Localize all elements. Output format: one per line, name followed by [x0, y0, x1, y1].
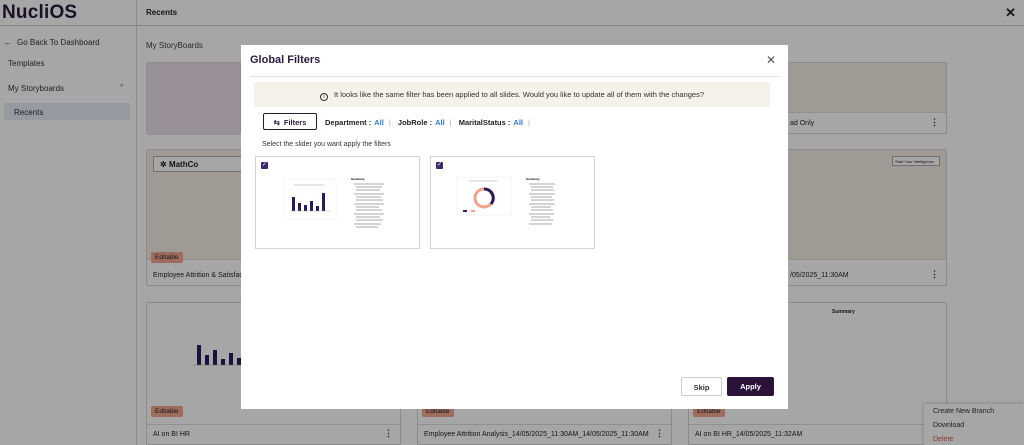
donut-chart-thumbnail: Summary: [456, 176, 555, 225]
apply-button[interactable]: Apply: [727, 377, 774, 396]
info-icon: i: [319, 93, 328, 101]
filters-button-label: Filters: [283, 118, 307, 127]
slide-preview: Summary: [262, 171, 414, 241]
slide-summary-label: Summary: [526, 177, 540, 181]
slide-preview: Summary: [437, 171, 589, 241]
divider: [250, 76, 779, 77]
filter-label-department: Department :: [325, 118, 372, 127]
global-filters-dialog: Global Filters ✕ i It looks like the same…: [241, 45, 788, 409]
slide-checkbox[interactable]: ✓: [436, 162, 443, 169]
instruction-text: Select the slider you want apply the fil…: [262, 141, 391, 148]
filter-value-jobrole[interactable]: All: [435, 118, 445, 127]
skip-button[interactable]: Skip: [681, 377, 722, 396]
sliders-icon: ⇆: [273, 118, 280, 127]
slide-checkbox[interactable]: ✓: [261, 162, 268, 169]
slide-thumbnail[interactable]: ✓ Summary: [255, 156, 420, 249]
bar-chart-thumbnail: Summary: [283, 177, 384, 228]
applied-filters: Department : All | JobRole : All | MaritalSt…: [325, 118, 530, 127]
filter-value-maritalstatus[interactable]: All: [513, 118, 523, 127]
filter-value-department[interactable]: All: [374, 118, 384, 127]
close-icon[interactable]: ✕: [766, 53, 776, 67]
notice-banner: i It looks like the same filter has been …: [254, 82, 770, 107]
filters-button[interactable]: ⇆ Filters: [263, 113, 317, 130]
slide-summary-label: Summary: [351, 177, 365, 181]
filter-label-jobrole: JobRole :: [397, 118, 433, 127]
notice-text: It looks like the same filter has been a…: [333, 90, 705, 99]
dialog-title: Global Filters: [250, 54, 321, 66]
slide-thumbnail[interactable]: ✓ Summary: [430, 156, 595, 249]
filter-label-maritalstatus: MaritalStatus :: [458, 118, 511, 127]
